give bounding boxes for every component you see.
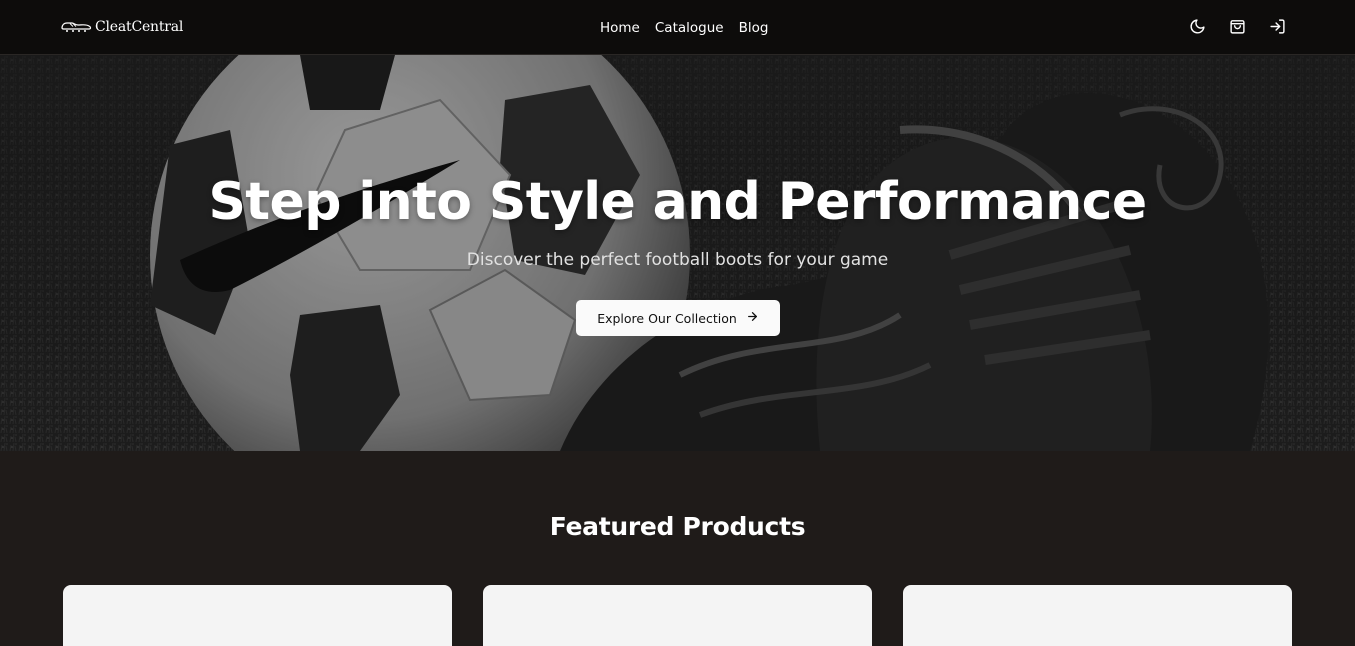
explore-collection-button[interactable]: Explore Our Collection <box>576 300 780 336</box>
moon-icon[interactable] <box>1188 17 1207 36</box>
site-header: CleatCentral Home Catalogue Blog <box>0 0 1355 55</box>
shopping-bag-icon[interactable] <box>1228 17 1247 36</box>
explore-collection-label: Explore Our Collection <box>597 310 737 326</box>
main-nav: Home Catalogue Blog <box>600 18 768 38</box>
login-icon[interactable] <box>1268 17 1287 36</box>
hero-content: Step into Style and Performance Discover… <box>0 55 1355 451</box>
logo-text: CleatCentral <box>95 19 184 35</box>
nav-blog[interactable]: Blog <box>739 18 769 38</box>
featured-products-title: Featured Products <box>549 512 806 541</box>
arrow-right-icon <box>746 310 759 326</box>
hero-subtitle: Discover the perfect football boots for … <box>466 250 889 270</box>
nav-home[interactable]: Home <box>600 18 640 38</box>
product-card[interactable] <box>903 585 1292 646</box>
logo-link[interactable]: CleatCentral <box>61 17 183 37</box>
header-actions <box>1188 17 1287 36</box>
cleat-logo-icon <box>61 18 92 37</box>
product-card[interactable] <box>483 585 872 646</box>
hero-section: Step into Style and Performance Discover… <box>0 55 1355 451</box>
nav-catalogue[interactable]: Catalogue <box>655 18 724 38</box>
hero-title: Step into Style and Performance <box>208 172 1147 232</box>
product-card[interactable] <box>63 585 452 646</box>
